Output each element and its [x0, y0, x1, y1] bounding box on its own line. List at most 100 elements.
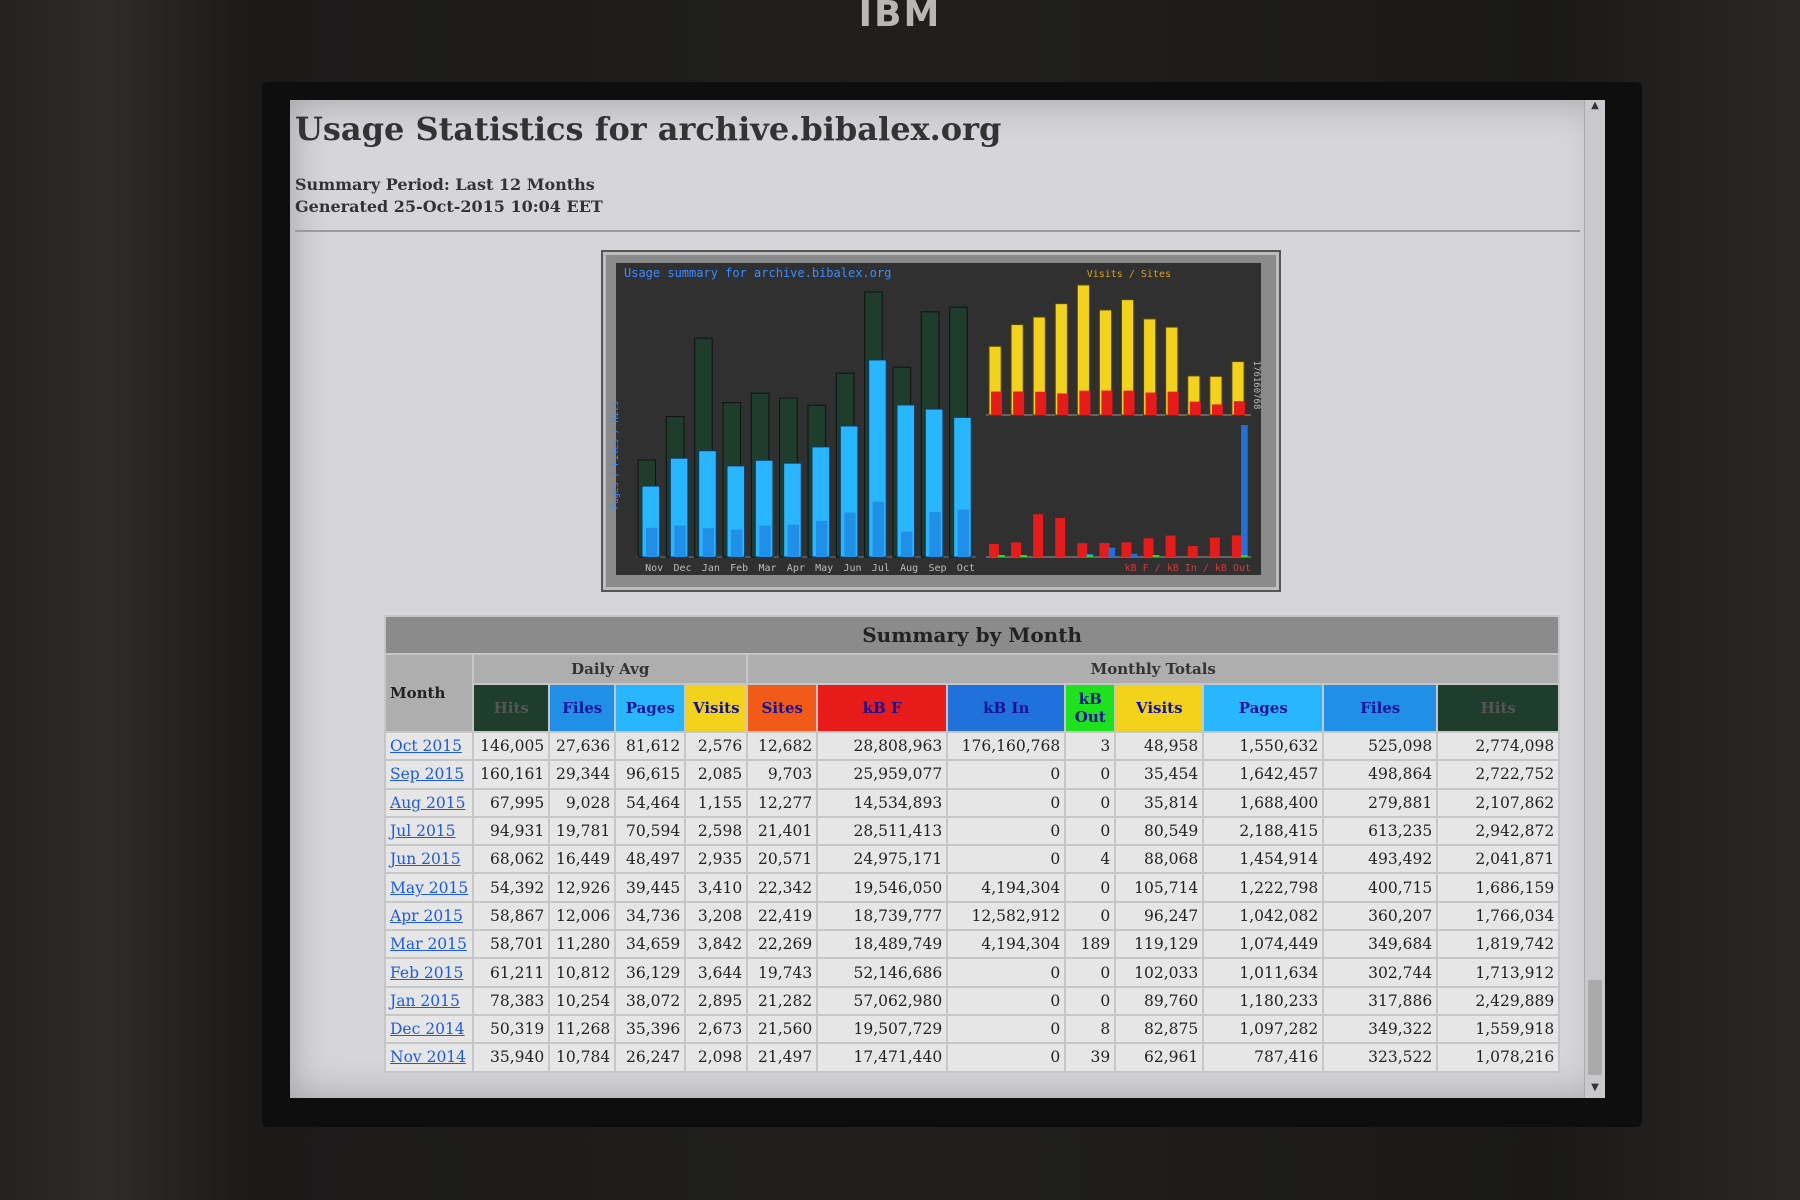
divider: [295, 230, 1580, 232]
kb-out-bar: [1020, 555, 1027, 557]
value-cell: 1,042,082: [1202, 900, 1325, 932]
value-cell: 3: [1064, 730, 1117, 762]
value-cell: 35,814: [1114, 787, 1205, 818]
value-cell: 1,074,449: [1202, 929, 1325, 960]
value-cell: 3,644: [684, 957, 749, 988]
month-link[interactable]: Aug 2015: [390, 794, 465, 812]
kb-out-bar: [1086, 555, 1094, 557]
vertical-scrollbar[interactable]: ▲ ▼: [1584, 100, 1605, 1098]
left-axis-label: Pages / Files / Hits: [611, 401, 621, 509]
value-cell: 61,211: [472, 957, 551, 988]
table-row: Jul 2015 94,931 19,781 70,594 2,598 21,401 28,…: [383, 815, 1561, 847]
table-row: Feb 2015 61,211 10,812 36,129 3,644 19,743 52,…: [383, 957, 1561, 988]
value-cell: 58,867: [472, 900, 551, 932]
value-cell: 349,322: [1322, 1013, 1439, 1045]
scroll-down-arrow-icon[interactable]: ▼: [1585, 1082, 1605, 1098]
x-tick-label: Jan: [702, 563, 720, 574]
value-cell: 2,429,889: [1436, 985, 1561, 1016]
sites-bar: [991, 391, 1003, 415]
sites-bar: [1167, 391, 1179, 415]
x-tick-label: Mar: [758, 563, 776, 574]
value-cell: 1,642,457: [1202, 759, 1325, 790]
files-bar: [929, 512, 941, 557]
table-row: Apr 2015 58,867 12,006 34,736 3,208 22,419 18,…: [383, 900, 1561, 932]
value-cell: 498,864: [1322, 759, 1439, 790]
kb-out-bar: [1241, 555, 1248, 557]
value-cell: 3,842: [684, 929, 749, 960]
daily-files-header: Files: [548, 683, 617, 733]
month-link[interactable]: Dec 2014: [390, 1020, 465, 1038]
value-cell: 54,464: [614, 787, 687, 818]
value-cell: 4,194,304: [946, 872, 1067, 903]
value-cell: 1,559,918: [1436, 1013, 1561, 1045]
kb-f-bar: [1099, 542, 1110, 557]
month-link[interactable]: Oct 2015: [390, 737, 462, 755]
value-cell: 12,277: [746, 787, 819, 818]
kb-out-bar: [1152, 555, 1160, 557]
value-cell: 21,282: [746, 985, 819, 1016]
value-cell: 25,959,077: [816, 759, 949, 790]
sites-bar: [1123, 390, 1135, 415]
value-cell: 21,497: [746, 1042, 819, 1073]
kb-in-bar: [1241, 425, 1248, 557]
month-link[interactable]: Feb 2015: [390, 964, 463, 982]
value-cell: 54,392: [472, 872, 551, 903]
month-link[interactable]: Jul 2015: [390, 822, 456, 840]
value-cell: 52,146,686: [816, 957, 949, 988]
value-cell: 2,598: [684, 815, 749, 847]
month-cell: Dec 2014: [383, 1013, 475, 1045]
kb-legend: kB F / kB In / kB Out: [1125, 563, 1251, 574]
daily-pages-header: Pages: [614, 683, 687, 733]
value-cell: 0: [1064, 872, 1117, 903]
value-cell: 27,636: [548, 730, 617, 762]
month-link[interactable]: Nov 2014: [390, 1048, 466, 1066]
month-link[interactable]: May 2015: [390, 879, 468, 897]
value-cell: 78,383: [472, 985, 551, 1016]
scroll-up-arrow-icon[interactable]: ▲: [1585, 100, 1605, 116]
photo-scene: IBM Usage Statistics for archive.bibalex…: [0, 0, 1800, 1200]
value-cell: 1,180,233: [1202, 985, 1325, 1016]
value-cell: 2,942,872: [1436, 815, 1561, 847]
month-link[interactable]: Jun 2015: [390, 850, 461, 868]
value-cell: 2,098: [684, 1042, 749, 1073]
scroll-thumb[interactable]: [1588, 980, 1602, 1075]
month-cell: Oct 2015: [383, 730, 475, 762]
sites-bar: [1233, 401, 1245, 415]
value-cell: 2,188,415: [1202, 815, 1325, 847]
month-cell: Jul 2015: [383, 815, 475, 847]
value-cell: 1,078,216: [1436, 1042, 1561, 1073]
value-cell: 2,722,752: [1436, 759, 1561, 790]
month-cell: Apr 2015: [383, 900, 475, 932]
summary-period: Summary Period: Last 12 Months: [295, 175, 595, 194]
value-cell: 0: [946, 815, 1067, 847]
value-cell: 146,005: [472, 730, 551, 762]
value-cell: 11,280: [548, 929, 617, 960]
kb-f-header: kB F: [816, 683, 949, 733]
value-cell: 18,739,777: [816, 900, 949, 932]
value-cell: 2,673: [684, 1013, 749, 1045]
daily-avg-header: Daily Avg: [472, 653, 749, 685]
value-cell: 0: [946, 844, 1067, 875]
month-link[interactable]: Sep 2015: [390, 765, 464, 783]
value-cell: 1,222,798: [1202, 872, 1325, 903]
month-header: Month: [383, 653, 475, 733]
table-row: May 2015 54,392 12,926 39,445 3,410 22,342 19,…: [383, 872, 1561, 903]
kb-in-header: kB In: [946, 683, 1067, 733]
x-tick-label: Jun: [843, 563, 861, 574]
value-cell: 34,736: [614, 900, 687, 932]
value-cell: 36,129: [614, 957, 687, 988]
table-row: Sep 2015 160,161 29,344 96,615 2,085 9,703 25,…: [383, 759, 1561, 790]
value-cell: 3,208: [684, 900, 749, 932]
value-cell: 176,160,768: [946, 730, 1067, 762]
files-bar: [759, 525, 771, 557]
value-cell: 3,410: [684, 872, 749, 903]
month-link[interactable]: Mar 2015: [390, 935, 467, 953]
month-link[interactable]: Jan 2015: [390, 992, 460, 1010]
value-cell: 0: [1064, 957, 1117, 988]
value-cell: 19,743: [746, 957, 819, 988]
month-link[interactable]: Apr 2015: [390, 907, 463, 925]
kb-f-bar: [1209, 537, 1220, 557]
value-cell: 0: [946, 787, 1067, 818]
files-bar: [787, 524, 799, 557]
value-cell: 34,659: [614, 929, 687, 960]
